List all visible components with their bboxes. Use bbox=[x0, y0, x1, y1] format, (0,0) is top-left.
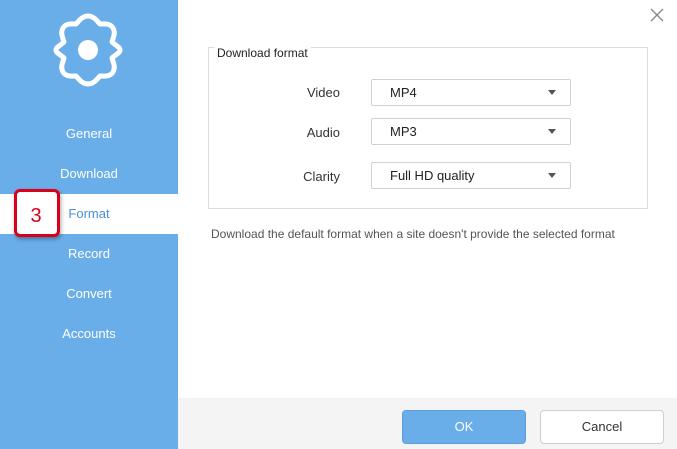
sidebar-item-label: Format bbox=[68, 206, 110, 221]
sidebar-item-label: General bbox=[65, 126, 113, 141]
select-value: MP3 bbox=[390, 124, 417, 139]
sidebar-item-record[interactable]: Record bbox=[0, 234, 178, 274]
select-value: Full HD quality bbox=[390, 168, 475, 183]
chevron-down-icon bbox=[548, 90, 556, 95]
sidebar-item-general[interactable]: General bbox=[0, 114, 178, 154]
sidebar-item-label: Download bbox=[60, 166, 118, 181]
chevron-down-icon bbox=[548, 129, 556, 134]
ok-button[interactable]: OK bbox=[402, 410, 526, 444]
sidebar-item-label: Accounts bbox=[62, 326, 116, 341]
cancel-button[interactable]: Cancel bbox=[540, 410, 664, 444]
sidebar-item-accounts[interactable]: Accounts bbox=[0, 314, 178, 354]
sidebar-item-label: Record bbox=[68, 246, 110, 261]
video-format-select[interactable]: MP4 bbox=[371, 79, 571, 106]
clarity-label: Clarity bbox=[303, 169, 340, 184]
sidebar-item-convert[interactable]: Convert bbox=[0, 274, 178, 314]
step-badge: 3 bbox=[14, 189, 60, 237]
select-value: MP4 bbox=[390, 85, 417, 100]
group-title: Download format bbox=[214, 46, 311, 60]
sidebar-item-label: Convert bbox=[66, 286, 112, 301]
audio-label: Audio bbox=[306, 125, 340, 140]
format-note: Download the default format when a site … bbox=[211, 227, 615, 241]
sidebar-item-download[interactable]: Download bbox=[0, 154, 178, 194]
audio-format-select[interactable]: MP3 bbox=[371, 118, 571, 145]
gear-icon bbox=[50, 12, 126, 88]
clarity-select[interactable]: Full HD quality bbox=[371, 162, 571, 189]
video-label: Video bbox=[306, 85, 340, 100]
chevron-down-icon bbox=[548, 173, 556, 178]
close-icon bbox=[650, 8, 664, 22]
close-button[interactable] bbox=[648, 6, 666, 24]
